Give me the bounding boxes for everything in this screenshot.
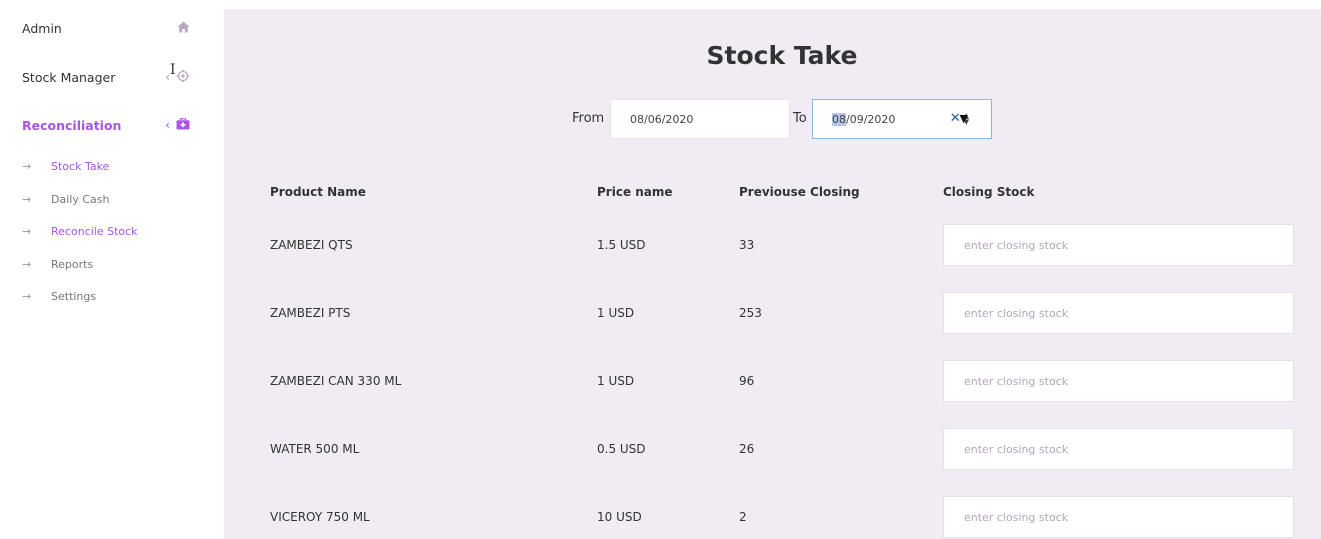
to-date-selected-segment[interactable]: 08 <box>832 112 846 126</box>
table-row: ZAMBEZI PTS 1 USD 253 <box>224 279 1321 347</box>
sidebar-item-label: Reports <box>51 257 94 271</box>
header-previous-closing: Previouse Closing <box>739 185 860 199</box>
price-name: 1 USD <box>597 306 635 320</box>
product-name: ZAMBEZI CAN 330 ML <box>270 374 402 388</box>
product-name: WATER 500 ML <box>270 442 360 456</box>
product-name: ZAMBEZI PTS <box>270 306 351 320</box>
sidebar-item-label: Reconcile Stock <box>51 224 138 238</box>
to-label: To <box>793 111 807 126</box>
target-icon <box>176 69 190 86</box>
sidebar-item-daily-cash[interactable]: → Daily Cash <box>22 190 109 208</box>
sidebar-item-reports[interactable]: → Reports <box>22 255 93 273</box>
previous-closing: 2 <box>739 510 747 524</box>
to-date-rest: /09/2020 <box>846 112 896 126</box>
table-row: WATER 500 ML 0.5 USD 26 <box>224 415 1321 483</box>
page-title: Stock Take <box>706 41 858 70</box>
sidebar-item-admin[interactable]: Admin <box>22 16 200 40</box>
from-date-value: 08/06/2020 <box>630 112 694 126</box>
medkit-icon <box>176 117 190 133</box>
sidebar-item-label: Daily Cash <box>51 192 110 206</box>
price-name: 1 USD <box>597 374 635 388</box>
product-name: ZAMBEZI QTS <box>270 238 353 252</box>
header-price-name: Price name <box>597 185 673 199</box>
to-date-input[interactable]: 08/09/2020 ✕ ▲ ▼ ▼ <box>812 99 992 139</box>
closing-stock-input[interactable] <box>943 428 1294 470</box>
previous-closing: 253 <box>739 306 762 320</box>
sidebar-item-reconcile-stock[interactable]: → Reconcile Stock <box>22 222 138 240</box>
table-row: ZAMBEZI QTS 1.5 USD 33 <box>224 211 1321 279</box>
sidebar-item-settings[interactable]: → Settings <box>22 287 96 305</box>
product-name: VICEROY 750 ML <box>270 510 370 524</box>
arrow-right-icon: → <box>22 257 32 271</box>
main-content: Stock Take From 08/06/2020 To 08/09/2020… <box>224 9 1321 539</box>
closing-stock-input[interactable] <box>943 360 1294 402</box>
sidebar-item-label: Stock Take <box>51 159 110 173</box>
to-date-value: 08/09/2020 <box>813 112 896 126</box>
chevron-left-icon: ‹ <box>165 118 170 132</box>
arrow-right-icon: → <box>22 224 32 238</box>
closing-stock-input[interactable] <box>943 292 1294 334</box>
arrow-right-icon: → <box>22 159 32 173</box>
sidebar-item-label: Stock Manager <box>22 69 116 85</box>
from-date-input[interactable]: 08/06/2020 <box>610 99 790 139</box>
price-name: 0.5 USD <box>597 442 646 456</box>
table-row: ZAMBEZI CAN 330 ML 1 USD 96 <box>224 347 1321 415</box>
header-closing-stock: Closing Stock <box>943 185 1035 199</box>
price-name: 1.5 USD <box>597 238 646 252</box>
previous-closing: 26 <box>739 442 755 456</box>
sidebar-item-stock-take[interactable]: → Stock Take <box>22 157 109 175</box>
dropdown-icon[interactable]: ▼ <box>960 112 968 125</box>
table-row: VICEROY 750 ML 10 USD 2 <box>224 483 1321 539</box>
sidebar-item-label: Reconciliation <box>22 117 122 133</box>
previous-closing: 96 <box>739 374 755 388</box>
sidebar: Admin Stock Manager ‹ Reconciliation ‹ I… <box>0 0 224 539</box>
previous-closing: 33 <box>739 238 755 252</box>
closing-stock-input[interactable] <box>943 496 1294 538</box>
closing-stock-input[interactable] <box>943 224 1294 266</box>
sidebar-item-reconciliation[interactable]: Reconciliation ‹ <box>22 113 200 137</box>
home-icon <box>177 21 190 36</box>
text-cursor-icon: I <box>170 62 176 78</box>
arrow-right-icon: → <box>22 192 32 206</box>
from-label: From <box>572 111 605 126</box>
sidebar-item-label: Admin <box>22 20 62 36</box>
arrow-right-icon: → <box>22 289 32 303</box>
price-name: 10 USD <box>597 510 642 524</box>
header-product-name: Product Name <box>270 185 366 199</box>
sidebar-item-label: Settings <box>51 289 97 303</box>
